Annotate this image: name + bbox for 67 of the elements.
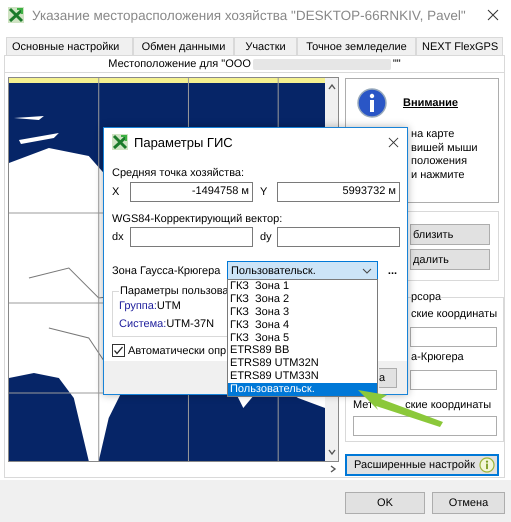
app-logo-icon — [8, 7, 24, 23]
field-label: ские координаты — [405, 398, 492, 412]
tab-label-end: "" — [392, 58, 401, 70]
dropdown-option[interactable]: ETRS89 BB — [228, 344, 377, 358]
dropdown-option[interactable]: ГКЗ Зона 1 — [228, 280, 377, 293]
dropdown-option[interactable]: ETRS89 UTM33N — [228, 370, 377, 384]
field-label: dy — [259, 231, 273, 243]
field-label: Y — [259, 186, 268, 198]
dialog-button[interactable]: Отмена — [432, 492, 505, 514]
coordinates-field[interactable] — [410, 327, 498, 347]
info-icon — [479, 457, 495, 473]
coordinates-field[interactable] — [353, 416, 498, 436]
tab[interactable]: Основные настройки — [6, 37, 133, 55]
coordinates-field[interactable] — [410, 370, 498, 390]
dropdown-option[interactable]: Пользовательск. — [228, 383, 377, 396]
group-title: Параметры пользова — [119, 285, 230, 297]
scroll-up-icon[interactable] — [326, 82, 337, 92]
close-icon[interactable] — [487, 9, 499, 21]
section-label: Средняя точка хозяйства: — [112, 166, 244, 180]
dialog-button[interactable]: OK — [345, 492, 425, 514]
field-value: UTM — [156, 299, 181, 314]
info-text: положения — [411, 155, 468, 168]
field-label: Зона Гаусса-Крюгера — [112, 265, 222, 277]
checkbox[interactable] — [112, 344, 125, 357]
tab[interactable]: Точное земледелие — [297, 37, 416, 55]
zoom-button[interactable]: далить — [410, 249, 490, 270]
tab[interactable]: NEXT FlexGPS — [416, 37, 503, 55]
checkbox-label: Автоматически опр — [128, 344, 226, 356]
section-label: WGS84-Корректирующий вектор: — [112, 212, 282, 226]
info-heading: Внимание — [403, 97, 458, 109]
info-text: вишей мыши — [411, 142, 478, 155]
dropdown-option[interactable]: ГКЗ Зона 3 — [228, 306, 377, 319]
field-label: X — [112, 186, 120, 198]
y-coordinate-field[interactable]: 5993732 м — [277, 182, 400, 202]
info-text: и нажмите — [411, 168, 464, 182]
scroll-down-icon[interactable] — [326, 447, 337, 457]
field-label: dx — [112, 231, 125, 243]
field-label: Система: — [119, 317, 166, 332]
scroll-right-icon[interactable] — [328, 464, 338, 474]
dialog-button[interactable]: а — [379, 368, 397, 388]
tab[interactable]: Обмен данными — [133, 37, 234, 55]
field-label: а-Крюгера — [411, 350, 464, 364]
field-label: ские координаты — [411, 307, 498, 321]
dropdown-option[interactable]: ГКЗ Зона 4 — [228, 318, 377, 332]
dy-field[interactable] — [277, 227, 400, 247]
dx-field[interactable] — [130, 227, 253, 247]
field-label: Мет — [353, 398, 374, 412]
tab[interactable]: Участки — [234, 37, 297, 55]
close-icon[interactable] — [388, 136, 399, 148]
chevron-down-icon — [362, 268, 372, 274]
zoom-button[interactable]: близить — [410, 224, 490, 245]
field-label: Группа: — [119, 299, 157, 314]
tab[interactable]: Местоположение для "ООО — [108, 58, 251, 70]
more-button[interactable]: ... — [386, 264, 399, 278]
app-logo-icon — [112, 134, 128, 150]
advanced-settings-button[interactable]: Расширенные настройк — [345, 454, 499, 476]
x-coordinate-field[interactable]: -1494758 м — [130, 182, 253, 202]
window-title: Указание месторасположения хозяйства "DESKTOP-66RNKIV, Pavel" — [32, 8, 466, 22]
zone-dropdown[interactable]: Пользовательск. — [227, 261, 378, 281]
info-text: на карте — [411, 128, 454, 142]
dropdown-option[interactable]: ГКЗ Зона 2 — [228, 292, 377, 306]
info-icon — [357, 88, 387, 118]
dropdown-option[interactable]: ETRS89 UTM32N — [228, 357, 377, 370]
dialog-title: Параметры ГИС — [134, 134, 233, 150]
group-title: рсора — [411, 290, 442, 304]
field-value: UTM-37N — [166, 317, 214, 332]
dropdown-option[interactable]: ГКЗ Зона 5 — [228, 332, 377, 344]
